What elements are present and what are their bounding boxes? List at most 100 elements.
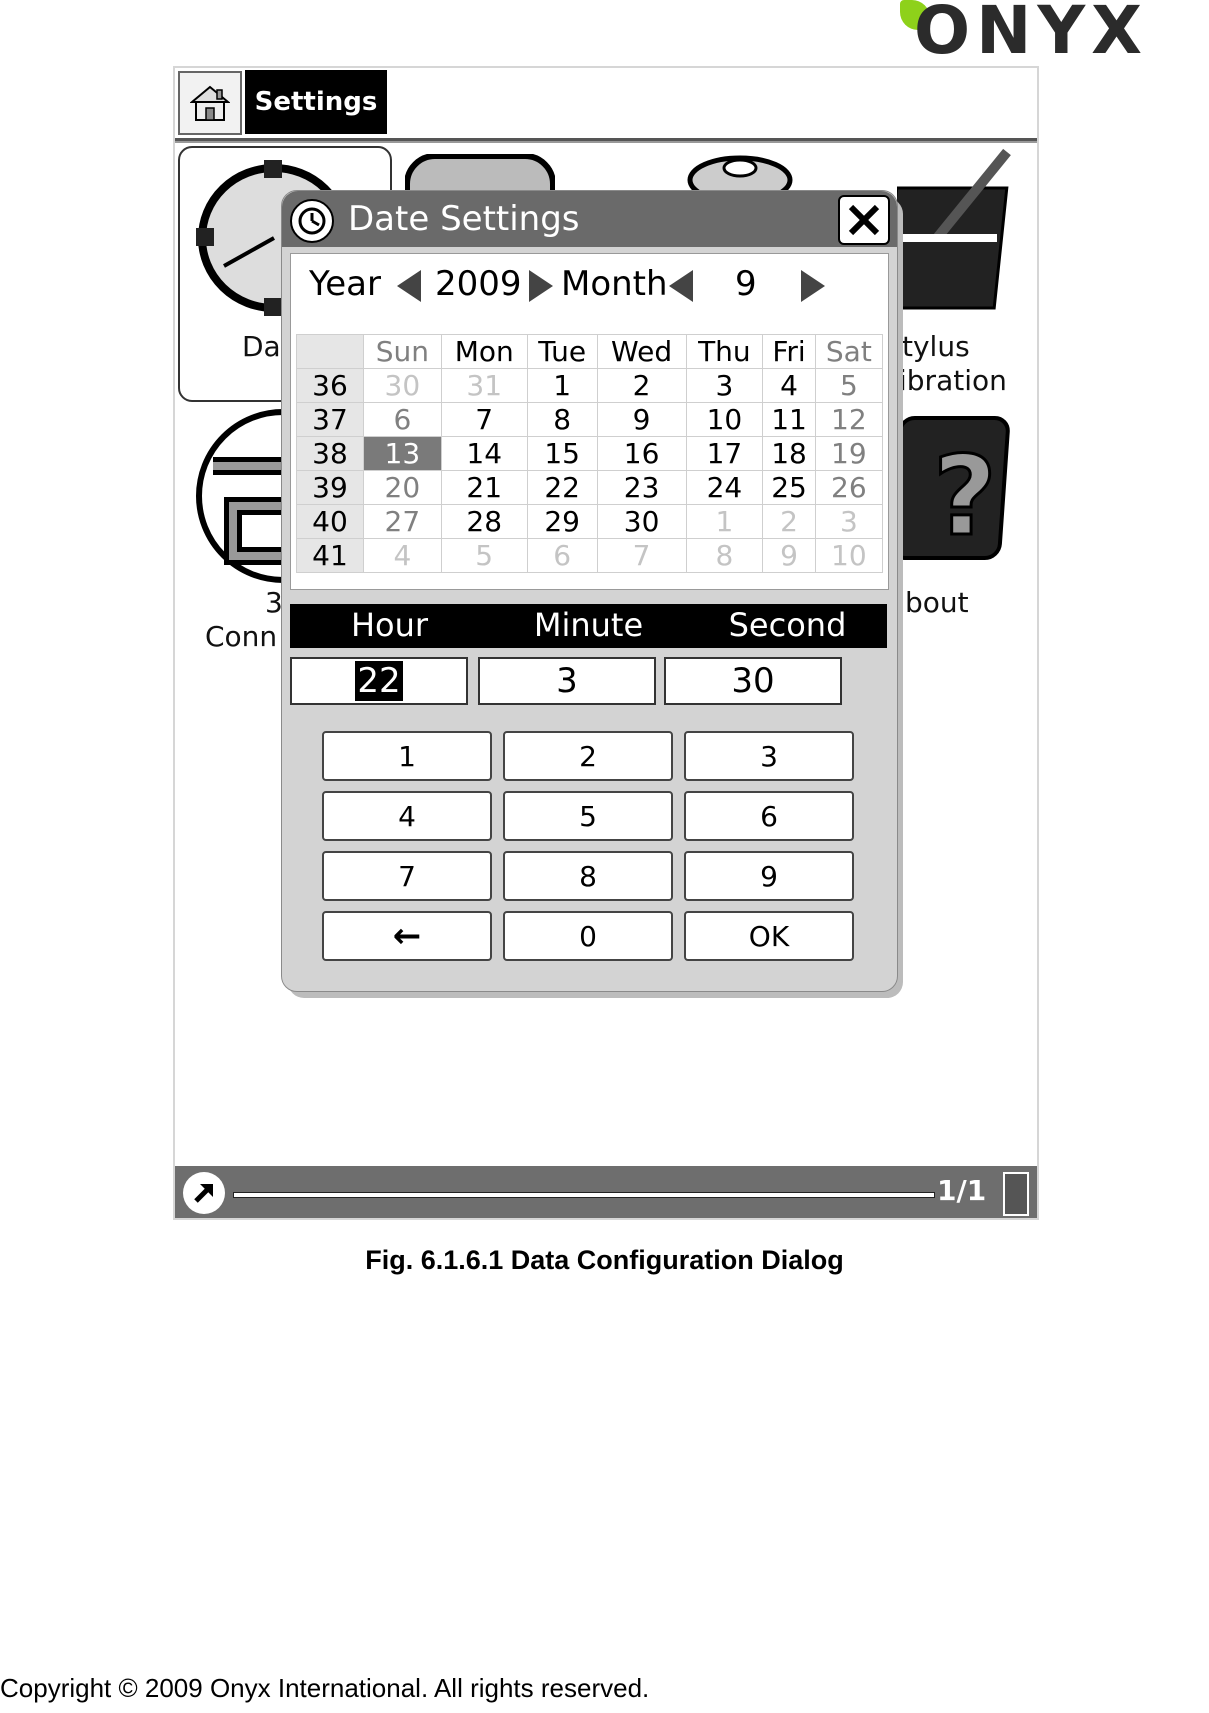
day-cell[interactable]: 5 [440,538,528,573]
day-cell[interactable]: 7 [440,402,528,437]
day-cell[interactable]: 19 [814,436,884,471]
day-cell[interactable]: 2 [596,368,687,403]
day-cell[interactable]: 22 [526,470,598,505]
day-cell[interactable]: 17 [685,436,764,471]
alarm-clock-icon [290,199,334,243]
day-cell[interactable]: 30 [596,504,687,539]
day-cell[interactable]: 6 [526,538,598,573]
week-number: 39 [296,470,364,505]
day-cell[interactable]: 21 [440,470,528,505]
day-cell[interactable]: 1 [526,368,598,403]
day-cell[interactable]: 11 [762,402,816,437]
day-cell[interactable]: 24 [685,470,764,505]
week-row: 36 30 31 1 2 3 4 5 [296,368,884,403]
week-row: 37 6 7 8 9 10 11 12 [296,402,884,437]
week-row: 40 27 28 29 30 1 2 3 [296,504,884,539]
day-cell[interactable]: 10 [814,538,884,573]
day-cell[interactable]: 3 [685,368,764,403]
day-cell[interactable]: 12 [814,402,884,437]
day-cell[interactable]: 8 [685,538,764,573]
minute-field[interactable]: 3 [478,657,656,705]
year-next-button[interactable] [529,270,553,302]
ok-button[interactable]: OK [684,911,854,961]
week-number: 37 [296,402,364,437]
day-cell[interactable]: 26 [814,470,884,505]
day-cell[interactable]: 8 [526,402,598,437]
day-cell[interactable]: 27 [363,504,442,539]
close-button[interactable] [838,195,890,245]
year-prev-button[interactable] [397,270,421,302]
month-next-button[interactable] [801,270,825,302]
key-5[interactable]: 5 [503,791,673,841]
day-cell[interactable]: 25 [762,470,816,505]
logo-text: ONYX [914,0,1149,69]
day-cell[interactable]: 1 [685,504,764,539]
day-cell[interactable]: 15 [526,436,598,471]
key-1[interactable]: 1 [322,731,492,781]
day-cell[interactable]: 10 [685,402,764,437]
weekday-header-row: Sun Mon Tue Wed Thu Fri Sat [296,334,884,369]
conn-label-2: Conn [205,620,278,653]
second-field[interactable]: 30 [664,657,842,705]
page-progress-bar[interactable] [233,1192,935,1198]
key-4[interactable]: 4 [322,791,492,841]
week-number-header [296,334,364,369]
week-number: 40 [296,504,364,539]
key-2[interactable]: 2 [503,731,673,781]
weekday-header: Sat [814,334,884,369]
second-value: 30 [731,661,775,701]
key-6[interactable]: 6 [684,791,854,841]
weekday-header: Fri [762,334,816,369]
day-cell[interactable]: 9 [596,402,687,437]
week-row: 41 4 5 6 7 8 9 10 [296,538,884,573]
second-header: Second [728,606,847,644]
device-screen: Settings Da tylus ibration 3 Conn ? bout… [173,66,1039,1220]
key-9[interactable]: 9 [684,851,854,901]
key-0[interactable]: 0 [503,911,673,961]
day-cell[interactable]: 31 [440,368,528,403]
day-cell[interactable]: 5 [814,368,884,403]
day-cell[interactable]: 4 [762,368,816,403]
day-cell[interactable]: 2 [762,504,816,539]
month-prev-button[interactable] [669,270,693,302]
year-label: Year [309,264,381,304]
day-cell[interactable]: 4 [363,538,442,573]
home-button[interactable] [178,71,242,135]
date-settings-dialog: Date Settings Year 2009 Month 9 Sun Mon … [281,190,898,992]
about-label: bout [905,586,969,619]
weekday-header: Mon [440,334,528,369]
day-cell[interactable]: 28 [440,504,528,539]
key-3[interactable]: 3 [684,731,854,781]
day-cell[interactable]: 6 [363,402,442,437]
minute-value: 3 [556,661,578,701]
weekday-header: Tue [526,334,598,369]
minute-header: Minute [533,606,644,644]
day-cell[interactable]: 3 [814,504,884,539]
day-cell[interactable]: 23 [596,470,687,505]
key-8[interactable]: 8 [503,851,673,901]
day-cell[interactable]: 7 [596,538,687,573]
tab-settings[interactable]: Settings [245,70,387,134]
day-cell[interactable]: 9 [762,538,816,573]
weekday-header: Thu [685,334,764,369]
weekday-header: Sun [363,334,442,369]
day-cell[interactable]: 14 [440,436,528,471]
key-7[interactable]: 7 [322,851,492,901]
date-tile-label: Da [242,330,281,363]
hour-header: Hour [350,606,429,644]
figure-caption: Fig. 6.1.6.1 Data Configuration Dialog [365,1245,844,1275]
week-row: 38 13 14 15 16 17 18 19 [296,436,884,471]
hour-field[interactable]: 22 [290,657,468,705]
hour-value: 22 [355,661,403,701]
backspace-button[interactable]: ← [322,911,492,961]
day-cell-selected[interactable]: 13 [363,436,442,471]
day-cell[interactable]: 18 [762,436,816,471]
day-cell[interactable]: 16 [596,436,687,471]
day-cell[interactable]: 30 [363,368,442,403]
time-header-row: Hour Minute Second [290,604,887,648]
status-bar: 1/1 [175,1166,1037,1218]
day-cell[interactable]: 20 [363,470,442,505]
menu-arrow-button[interactable] [183,1172,225,1214]
divider [175,141,1037,143]
day-cell[interactable]: 29 [526,504,598,539]
